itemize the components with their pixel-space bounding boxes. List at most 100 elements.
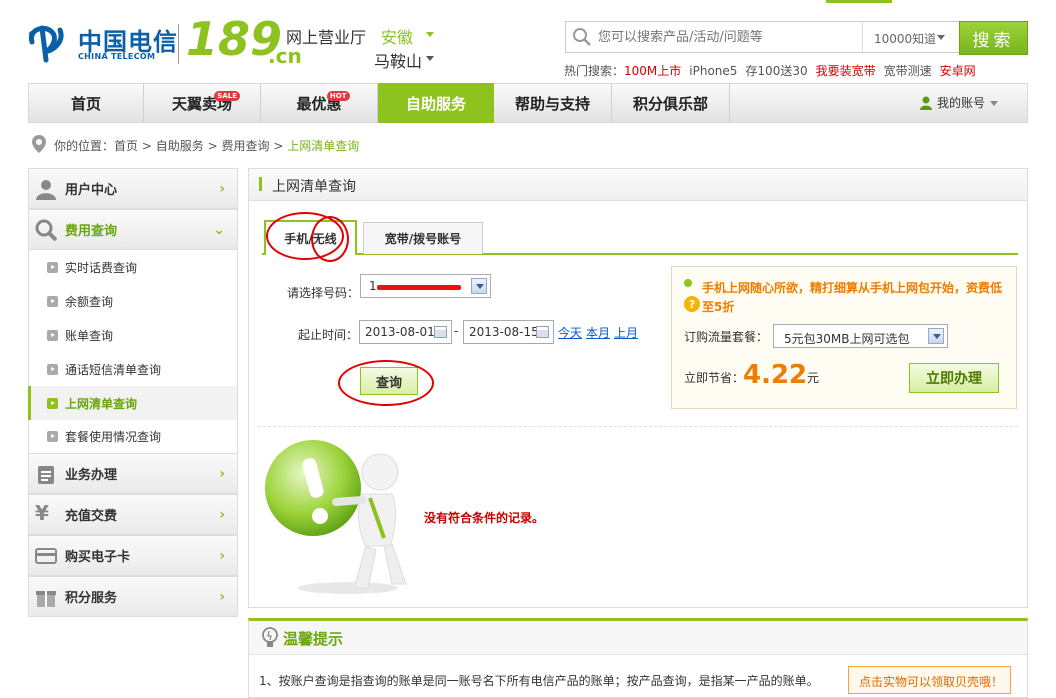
question-icon: ? [684,296,700,312]
chevron-down-icon: ⌄ [213,221,225,238]
nav-home[interactable]: 首页 [29,83,144,123]
sidebar-item-bill[interactable]: 账单查询 [28,318,238,352]
end-date-input[interactable]: 2013-08-15 [463,320,554,344]
chevron-down-icon[interactable] [937,35,945,40]
hot-link[interactable]: 宽带测速 [884,64,932,78]
sidebar-item-balance[interactable]: 余额查询 [28,284,238,318]
hot-link[interactable]: 安卓网 [940,64,976,78]
query-button[interactable]: 查询 [360,367,418,395]
sidebar-item-label: 账单查询 [65,328,114,343]
breadcrumb-item[interactable]: 自助服务 [156,139,204,153]
chevron-right-icon: › [219,588,225,605]
currency-unit: 元 [807,371,820,385]
save-label: 立即节省： [684,371,745,385]
tips-title: 温馨提示 [283,630,344,648]
sidebar-item-label: 通话短信清单查询 [65,362,162,377]
sidebar-user-center[interactable]: 用户中心 › [28,168,238,209]
chevron-down-icon[interactable] [426,56,434,61]
sidebar-item-plan-usage[interactable]: 套餐使用情况查询 [28,420,238,453]
sidebar-recharge[interactable]: ¥ 充值交费 › [28,494,238,535]
number-select[interactable]: 1 [360,274,491,298]
logo-divider [178,24,179,64]
search-divider [862,22,863,52]
sidebar-item-label: 上网清单查询 [65,396,138,411]
divider [258,426,1018,427]
breadcrumb-item[interactable]: 首页 [114,139,138,153]
location-pin-icon [32,135,46,153]
nav-points-club[interactable]: 积分俱乐部 [612,83,730,123]
panel-header [249,169,1027,201]
bullet-icon [47,363,58,375]
tab-broadband-dialup[interactable]: 宽带/拨号账号 [363,222,483,254]
hot-badge: HOT [326,90,350,101]
number-value: 1 [369,279,377,293]
sidebar-item-label: 余额查询 [65,294,114,309]
sidebar-fee-query[interactable]: 费用查询 ⌄ [28,209,238,250]
no-result-illustration [265,440,407,594]
breadcrumb-item[interactable]: 费用查询 [221,139,269,153]
chevron-right-icon: › [219,547,225,564]
breadcrumb-current: 上网清单查询 [287,139,360,153]
chevron-down-icon[interactable] [990,101,998,106]
search-input[interactable] [598,27,858,47]
page-title: 上网清单查询 [272,179,356,195]
magnifier-icon [35,219,57,241]
sidebar-section-label: 充值交费 [65,509,118,524]
hot-link[interactable]: iPhone5 [689,64,737,78]
my-account-menu[interactable]: 我的账号 [937,94,985,111]
nav-store[interactable]: 天翼卖场 SALE [144,83,261,123]
chevron-down-icon[interactable] [426,32,434,37]
calendar-icon[interactable] [434,326,447,338]
sidebar-points[interactable]: 积分服务 › [28,576,238,617]
link-last-month[interactable]: 上月 [614,324,638,341]
sidebar-item-call-sms[interactable]: 通话短信清单查询 [28,352,238,386]
hot-link[interactable]: 100M上市 [624,64,681,78]
top-accent-bar [826,0,892,3]
package-label: 订购流量套餐： [684,330,769,344]
sidebar-business[interactable]: 业务办理 › [28,453,238,494]
title-accent [259,177,262,191]
knowledge-dropdown[interactable]: 10000知道 [874,30,936,47]
logo-text-en: CHINA TELECOM [78,52,156,61]
nav-deals[interactable]: 最优惠 HOT [261,83,378,123]
nav-help[interactable]: 帮助与支持 [494,83,612,123]
package-select[interactable]: 5元包30MB上网可选包 [773,324,948,348]
search-button[interactable]: 搜索 [959,21,1028,55]
chevron-down-icon[interactable] [928,328,944,344]
sidebar-ecard[interactable]: 购买电子卡 › [28,535,238,576]
sidebar-item-label: 实时话费查询 [65,260,138,275]
hot-link[interactable]: 存100送30 [745,64,807,78]
sidebar-item-realtime-fee[interactable]: 实时话费查询 [28,250,238,284]
link-this-month[interactable]: 本月 [586,324,610,341]
chevron-right-icon: › [219,506,225,523]
lightbulb-icon [262,627,278,647]
sidebar-section-label: 用户中心 [65,183,118,198]
search-icon [573,28,591,46]
tab-mobile-wireless[interactable]: 手机/无线 [264,220,357,255]
apply-now-button[interactable]: 立即办理 [909,363,999,393]
calendar-icon[interactable] [536,326,549,338]
nav-self-service[interactable]: 自助服务 [378,83,494,123]
province-selector[interactable]: 安徽 [381,24,413,48]
bullet-icon [47,261,58,273]
yuan-icon: ¥ [35,501,49,525]
city-selector[interactable]: 马鞍山 [374,48,422,72]
no-result-message: 没有符合条件的记录。 [424,511,545,525]
sidebar-item-label: 套餐使用情况查询 [65,430,162,444]
hot-link[interactable]: 我要装宽带 [816,64,876,78]
chevron-down-icon[interactable] [471,278,487,294]
sidebar-item-data-usage[interactable]: 上网清单查询 [28,386,238,420]
link-today[interactable]: 今天 [558,324,582,341]
chevron-right-icon: › [219,465,225,482]
chevron-right-icon: › [219,180,225,197]
online-hall-title: 网上营业厅 [286,28,367,47]
bullet-icon [47,329,58,341]
start-date-input[interactable]: 2013-08-01 [359,320,452,344]
save-amount: 4.22 [743,360,808,390]
reward-banner[interactable]: 点击实物可以领取贝壳哦！ [848,666,1011,694]
bullet-icon [47,431,58,442]
redaction-mark [377,285,461,290]
promo-text: 手机上网随心所欲，精打细算从手机上网包开始，资费低至5折 [702,281,1003,314]
bullet-icon [47,397,58,409]
hot-search-label: 热门搜索： [564,64,625,78]
